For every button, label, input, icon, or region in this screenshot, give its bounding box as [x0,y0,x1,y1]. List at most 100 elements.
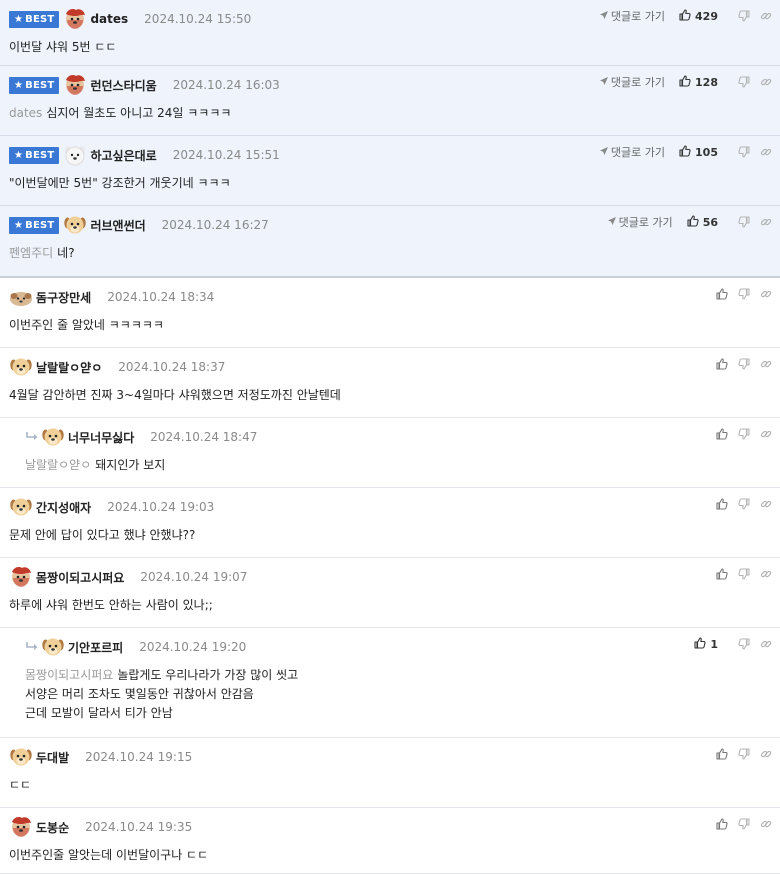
like-button[interactable]: 1 [694,636,718,652]
puppy-avatar[interactable] [9,496,33,518]
red-dog-avatar[interactable] [9,816,33,838]
white-dog-avatar[interactable] [63,144,87,166]
best-badge-label: BEST [25,219,55,231]
author-nickname[interactable]: 돔구장만세 [36,289,91,306]
link-icon[interactable] [760,288,772,300]
comment-actions [716,746,772,762]
like-count: 1 [710,637,718,651]
author-nickname[interactable]: 도봉순 [36,819,69,836]
puppy-avatar[interactable] [9,746,33,768]
author-nickname[interactable]: 너무너무싫다 [68,429,134,446]
thumbs-down-icon[interactable] [738,288,750,300]
link-icon[interactable] [760,358,772,370]
mention-nickname[interactable]: 날랄랄ㅇ얃ㅇ [25,458,91,472]
thumbs-up-icon[interactable] [716,498,728,510]
thumbs-down-icon[interactable] [738,638,750,650]
link-icon[interactable] [760,638,772,650]
link-icon[interactable] [760,216,772,228]
comment-text: 이번주인 줄 알았네 ㅋㅋㅋㅋㅋ [9,318,164,332]
small-dog-avatar[interactable] [9,286,33,308]
thumbs-down-icon[interactable] [738,748,750,760]
like-button[interactable]: 429 [679,8,718,24]
red-dog-avatar[interactable] [63,74,87,96]
thumbs-down-icon[interactable] [738,818,750,830]
thumbs-down-icon[interactable] [738,146,750,158]
mention-nickname[interactable]: 몸짱이되고시퍼요 [25,668,113,682]
comment-text-line: 이번주인 줄 알았네 ㅋㅋㅋㅋㅋ [9,316,164,335]
comment-text: 문제 안에 답이 있다고 했냐 안했냐?? [9,528,196,542]
comment-text: 놀랍게도 우리나라가 가장 많이 씻고 [117,668,299,682]
mention-nickname[interactable]: dates [9,106,42,120]
red-dog-avatar[interactable] [9,566,33,588]
puppy-avatar[interactable] [9,356,33,378]
thumbs-down-icon[interactable] [738,76,750,88]
link-icon[interactable] [760,498,772,510]
comment-text-line: 문제 안에 답이 있다고 했냐 안했냐?? [9,526,195,545]
link-icon[interactable] [760,568,772,580]
thumbs-up-icon [679,74,695,90]
author-nickname[interactable]: 기안포르피 [68,639,123,656]
author-nickname[interactable]: 몸짱이되고시퍼요 [36,569,124,586]
comment-list: ★ BEST dates 2024.10.24 15:50 이번달 샤워 5번 ㄷㄷ 댓글… [0,0,780,874]
send-icon [599,76,611,89]
author-nickname[interactable]: 간지성애자 [36,499,91,516]
author-nickname[interactable]: 런던스타디움 [90,77,156,94]
comment-body: 날랄랄ㅇ얃ㅇ 돼지인가 보지 [25,456,165,475]
link-icon[interactable] [760,76,772,88]
puppy-avatar[interactable] [41,426,65,448]
comment-header: 너무너무싫다 2024.10.24 18:47 [25,427,257,447]
author-nickname[interactable]: 하고싶은대로 [90,147,156,164]
comment-header: 간지성애자 2024.10.24 19:03 [9,497,214,517]
puppy-avatar[interactable] [63,214,87,236]
comment-actions [716,426,772,442]
thumbs-down-icon[interactable] [738,10,750,22]
goto-comment-link[interactable]: 댓글로 가기 [599,8,665,24]
goto-comment-label: 댓글로 가기 [610,76,666,89]
comment-body: "이번달에만 5번" 강조한거 개웃기네 ㅋㅋㅋ [9,174,231,193]
comment: 몸짱이되고시퍼요 2024.10.24 19:07 하루에 샤워 한번도 안하는 사… [0,558,780,628]
thumbs-down-icon[interactable] [738,568,750,580]
comment: 간지성애자 2024.10.24 19:03 문제 안에 답이 있다고 했냐 안했냐… [0,488,780,558]
comment-body: 이번주인 줄 알았네 ㅋㅋㅋㅋㅋ [9,316,164,335]
link-icon[interactable] [760,428,772,440]
thumbs-up-icon[interactable] [716,358,728,370]
link-icon[interactable] [760,146,772,158]
goto-comment-label: 댓글로 가기 [610,146,666,159]
goto-comment-link[interactable]: 댓글로 가기 [599,74,665,90]
goto-comment-link[interactable]: 댓글로 가기 [607,214,673,230]
like-count: 429 [695,9,718,23]
thumbs-down-icon[interactable] [738,358,750,370]
author-nickname[interactable]: dates [90,12,128,26]
thumbs-up-icon[interactable] [716,288,728,300]
comment-text: 심지어 월초도 아니고 24일 ㅋㅋㅋㅋ [46,106,232,120]
mention-nickname[interactable]: 펜엠주디 [9,246,53,260]
link-icon[interactable] [760,818,772,830]
thumbs-down-icon[interactable] [738,498,750,510]
thumbs-up-icon[interactable] [716,818,728,830]
best-badge-label: BEST [25,79,55,91]
goto-comment-link[interactable]: 댓글로 가기 [599,144,665,160]
comment-date: 2024.10.24 18:37 [118,360,226,374]
reply-arrow-icon [25,431,39,443]
thumbs-up-icon[interactable] [716,748,728,760]
author-nickname[interactable]: 두대발 [36,749,69,766]
author-nickname[interactable]: 날랄랄ㅇ얃ㅇ [36,359,102,376]
comment-body: 몸짱이되고시퍼요 놀랍게도 우리나라가 가장 많이 씻고 서양은 머리 조차도 몇일… [25,666,298,723]
comment-date: 2024.10.24 15:50 [144,12,252,26]
red-dog-avatar[interactable] [63,8,87,30]
like-button[interactable]: 105 [679,144,718,160]
like-button[interactable]: 56 [687,214,718,230]
link-icon[interactable] [760,748,772,760]
puppy-avatar[interactable] [41,636,65,658]
comment-text-line: 펜엠주디 네? [9,244,75,263]
thumbs-up-icon[interactable] [716,428,728,440]
like-button[interactable]: 128 [679,74,718,90]
link-icon[interactable] [760,10,772,22]
thumbs-down-icon[interactable] [738,216,750,228]
thumbs-up-icon[interactable] [716,568,728,580]
star-icon: ★ [14,149,24,161]
author-nickname[interactable]: 러브앤썬더 [90,217,145,234]
thumbs-down-icon[interactable] [738,428,750,440]
comment-text-line: 4월달 감안하면 진짜 3~4일마다 샤워했으면 저정도까진 안날텐데 [9,386,341,405]
comment-date: 2024.10.24 19:07 [140,570,248,584]
